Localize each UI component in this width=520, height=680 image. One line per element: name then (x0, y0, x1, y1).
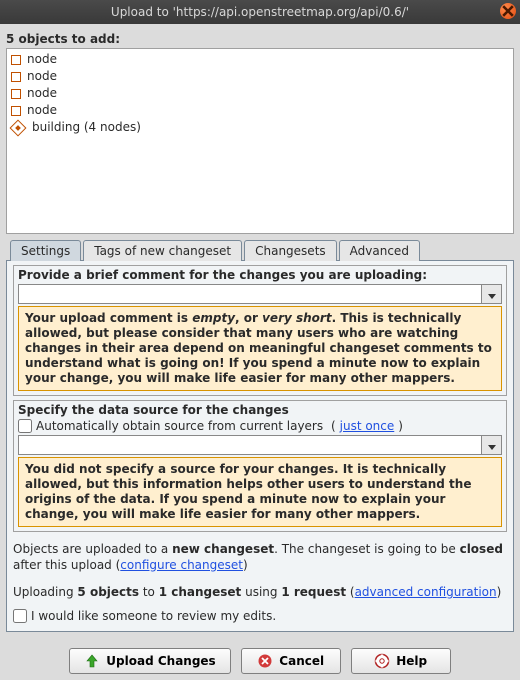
list-item-label: building (4 nodes) (32, 120, 141, 135)
chevron-down-icon (488, 445, 496, 450)
button-bar: Upload Changes Cancel Help (6, 648, 514, 674)
advanced-config-link[interactable]: advanced configuration (355, 585, 497, 599)
close-icon[interactable] (500, 3, 516, 19)
tab-settings[interactable]: Settings (10, 240, 81, 261)
tab-changesets[interactable]: Changesets (244, 240, 337, 261)
comment-dropdown-button[interactable] (482, 284, 502, 304)
list-item-label: node (27, 69, 57, 84)
node-icon (11, 55, 21, 65)
help-button[interactable]: Help (351, 648, 451, 674)
tab-panel-settings: Provide a brief comment for the changes … (6, 260, 514, 632)
list-item[interactable]: node (9, 85, 511, 102)
list-item[interactable]: building (4 nodes) (9, 119, 511, 136)
source-warning: You did not specify a source for your ch… (18, 457, 502, 527)
changeset-info: Objects are uploaded to a new changeset.… (13, 542, 507, 573)
help-icon (374, 653, 390, 669)
tab-tags-of-new-changeset[interactable]: Tags of new changeset (83, 240, 242, 261)
review-checkbox[interactable] (13, 609, 27, 623)
tab-advanced[interactable]: Advanced (339, 240, 420, 261)
source-group: Specify the data source for the changes … (13, 400, 507, 532)
configure-changeset-link[interactable]: configure changeset (120, 558, 243, 572)
source-input[interactable] (18, 435, 482, 455)
just-once-link[interactable]: just once (340, 419, 395, 433)
list-item-label: node (27, 103, 57, 118)
auto-source-label: Automatically obtain source from current… (36, 419, 323, 433)
source-combo (18, 435, 502, 455)
objects-list[interactable]: node node node node building (4 nodes) (6, 48, 514, 234)
window-titlebar: Upload to 'https://api.openstreetmap.org… (0, 0, 520, 24)
comment-group: Provide a brief comment for the changes … (13, 265, 507, 396)
node-icon (11, 106, 21, 116)
node-icon (11, 72, 21, 82)
upload-button[interactable]: Upload Changes (69, 648, 230, 674)
comment-warning: Your upload comment is empty, or very sh… (18, 306, 502, 391)
list-item-label: node (27, 52, 57, 67)
review-row: I would like someone to review my edits. (13, 609, 507, 623)
list-item[interactable]: node (9, 68, 511, 85)
window-title: Upload to 'https://api.openstreetmap.org… (111, 5, 409, 19)
source-label: Specify the data source for the changes (18, 403, 502, 417)
node-icon (11, 89, 21, 99)
chevron-down-icon (488, 294, 496, 299)
list-item-label: node (27, 86, 57, 101)
dialog-body: 5 objects to add: node node node node buildi… (0, 24, 520, 680)
auto-source-row: Automatically obtain source from current… (18, 419, 502, 433)
upload-summary: Uploading 5 objects to 1 changeset using… (13, 585, 507, 601)
list-item[interactable]: node (9, 102, 511, 119)
auto-source-checkbox[interactable] (18, 419, 32, 433)
source-dropdown-button[interactable] (482, 435, 502, 455)
cancel-button[interactable]: Cancel (241, 648, 341, 674)
list-item[interactable]: node (9, 51, 511, 68)
cancel-icon (257, 653, 273, 669)
upload-icon (84, 653, 100, 669)
comment-combo (18, 284, 502, 304)
tab-row: SettingsTags of new changesetChangesetsA… (6, 240, 514, 261)
objects-heading: 5 objects to add: (6, 32, 514, 46)
comment-label: Provide a brief comment for the changes … (18, 268, 502, 282)
way-icon (10, 119, 27, 136)
comment-input[interactable] (18, 284, 482, 304)
review-label: I would like someone to review my edits. (31, 609, 276, 623)
